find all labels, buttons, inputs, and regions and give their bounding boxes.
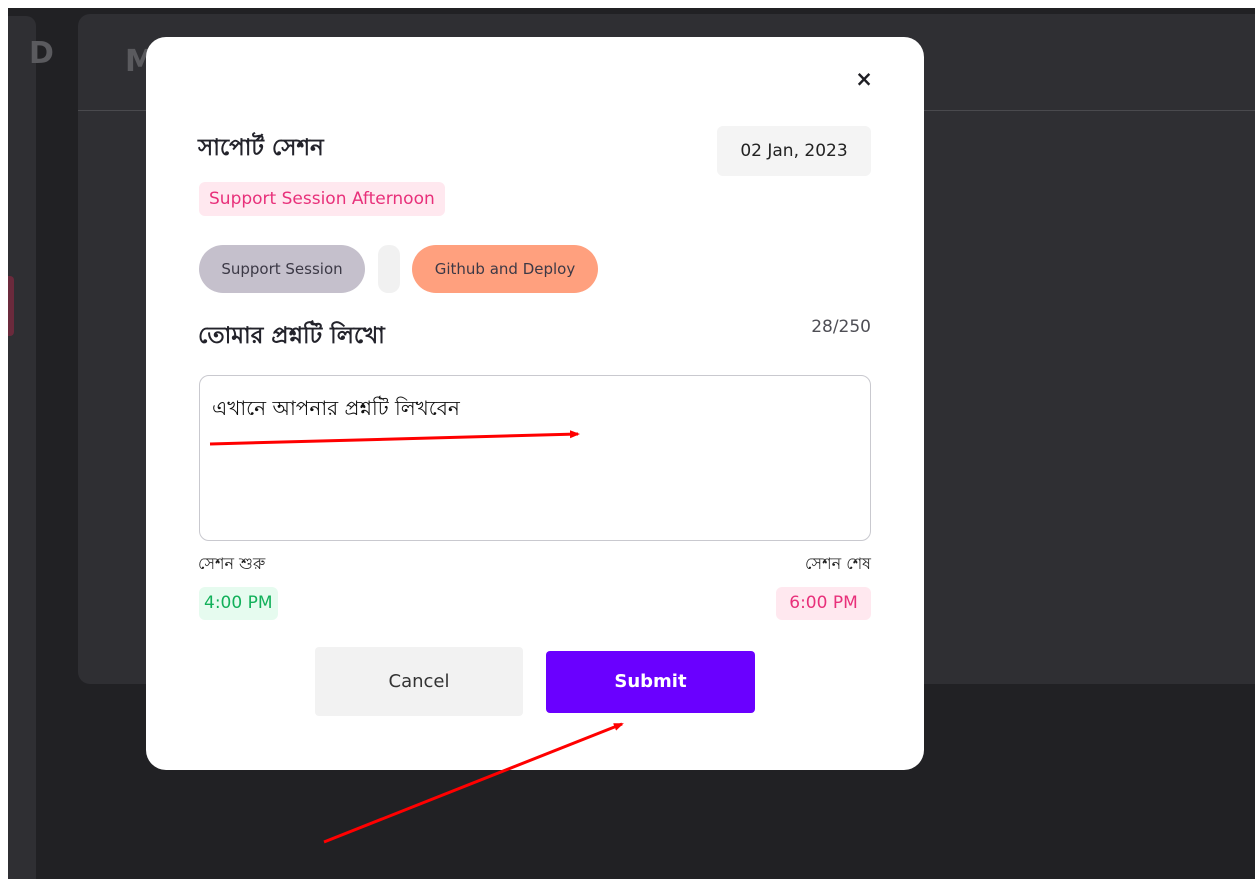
session-start-label: সেশন শুরু [198,554,266,573]
background-sidebar-glyph: D [29,36,54,71]
session-end-time: 6:00 PM [776,587,871,620]
tag-empty [378,245,400,293]
question-textarea[interactable]: এখানে আপনার প্রশ্নটি লিখবেন [199,375,871,541]
submit-button[interactable]: Submit [546,651,755,713]
session-date: 02 Jan, 2023 [717,126,871,176]
session-name-badge: Support Session Afternoon [199,182,445,216]
session-start-time: 4:00 PM [199,587,278,620]
question-label: তোমার প্রশ্নটি লিখো [198,323,385,349]
background-sidebar-active-item [8,276,14,336]
character-counter: 28/250 [811,317,871,337]
cancel-button[interactable]: Cancel [315,647,523,716]
support-session-modal: × সাপোর্ট সেশন 02 Jan, 2023 Support Sess… [146,37,924,770]
tag-github-and-deploy: Github and Deploy [412,245,598,293]
close-icon[interactable]: × [852,67,876,91]
background-sidebar [8,16,36,879]
modal-title: সাপোর্ট সেশন [198,135,324,161]
tag-support-session: Support Session [199,245,365,293]
session-end-label: সেশন শেষ [805,554,871,573]
